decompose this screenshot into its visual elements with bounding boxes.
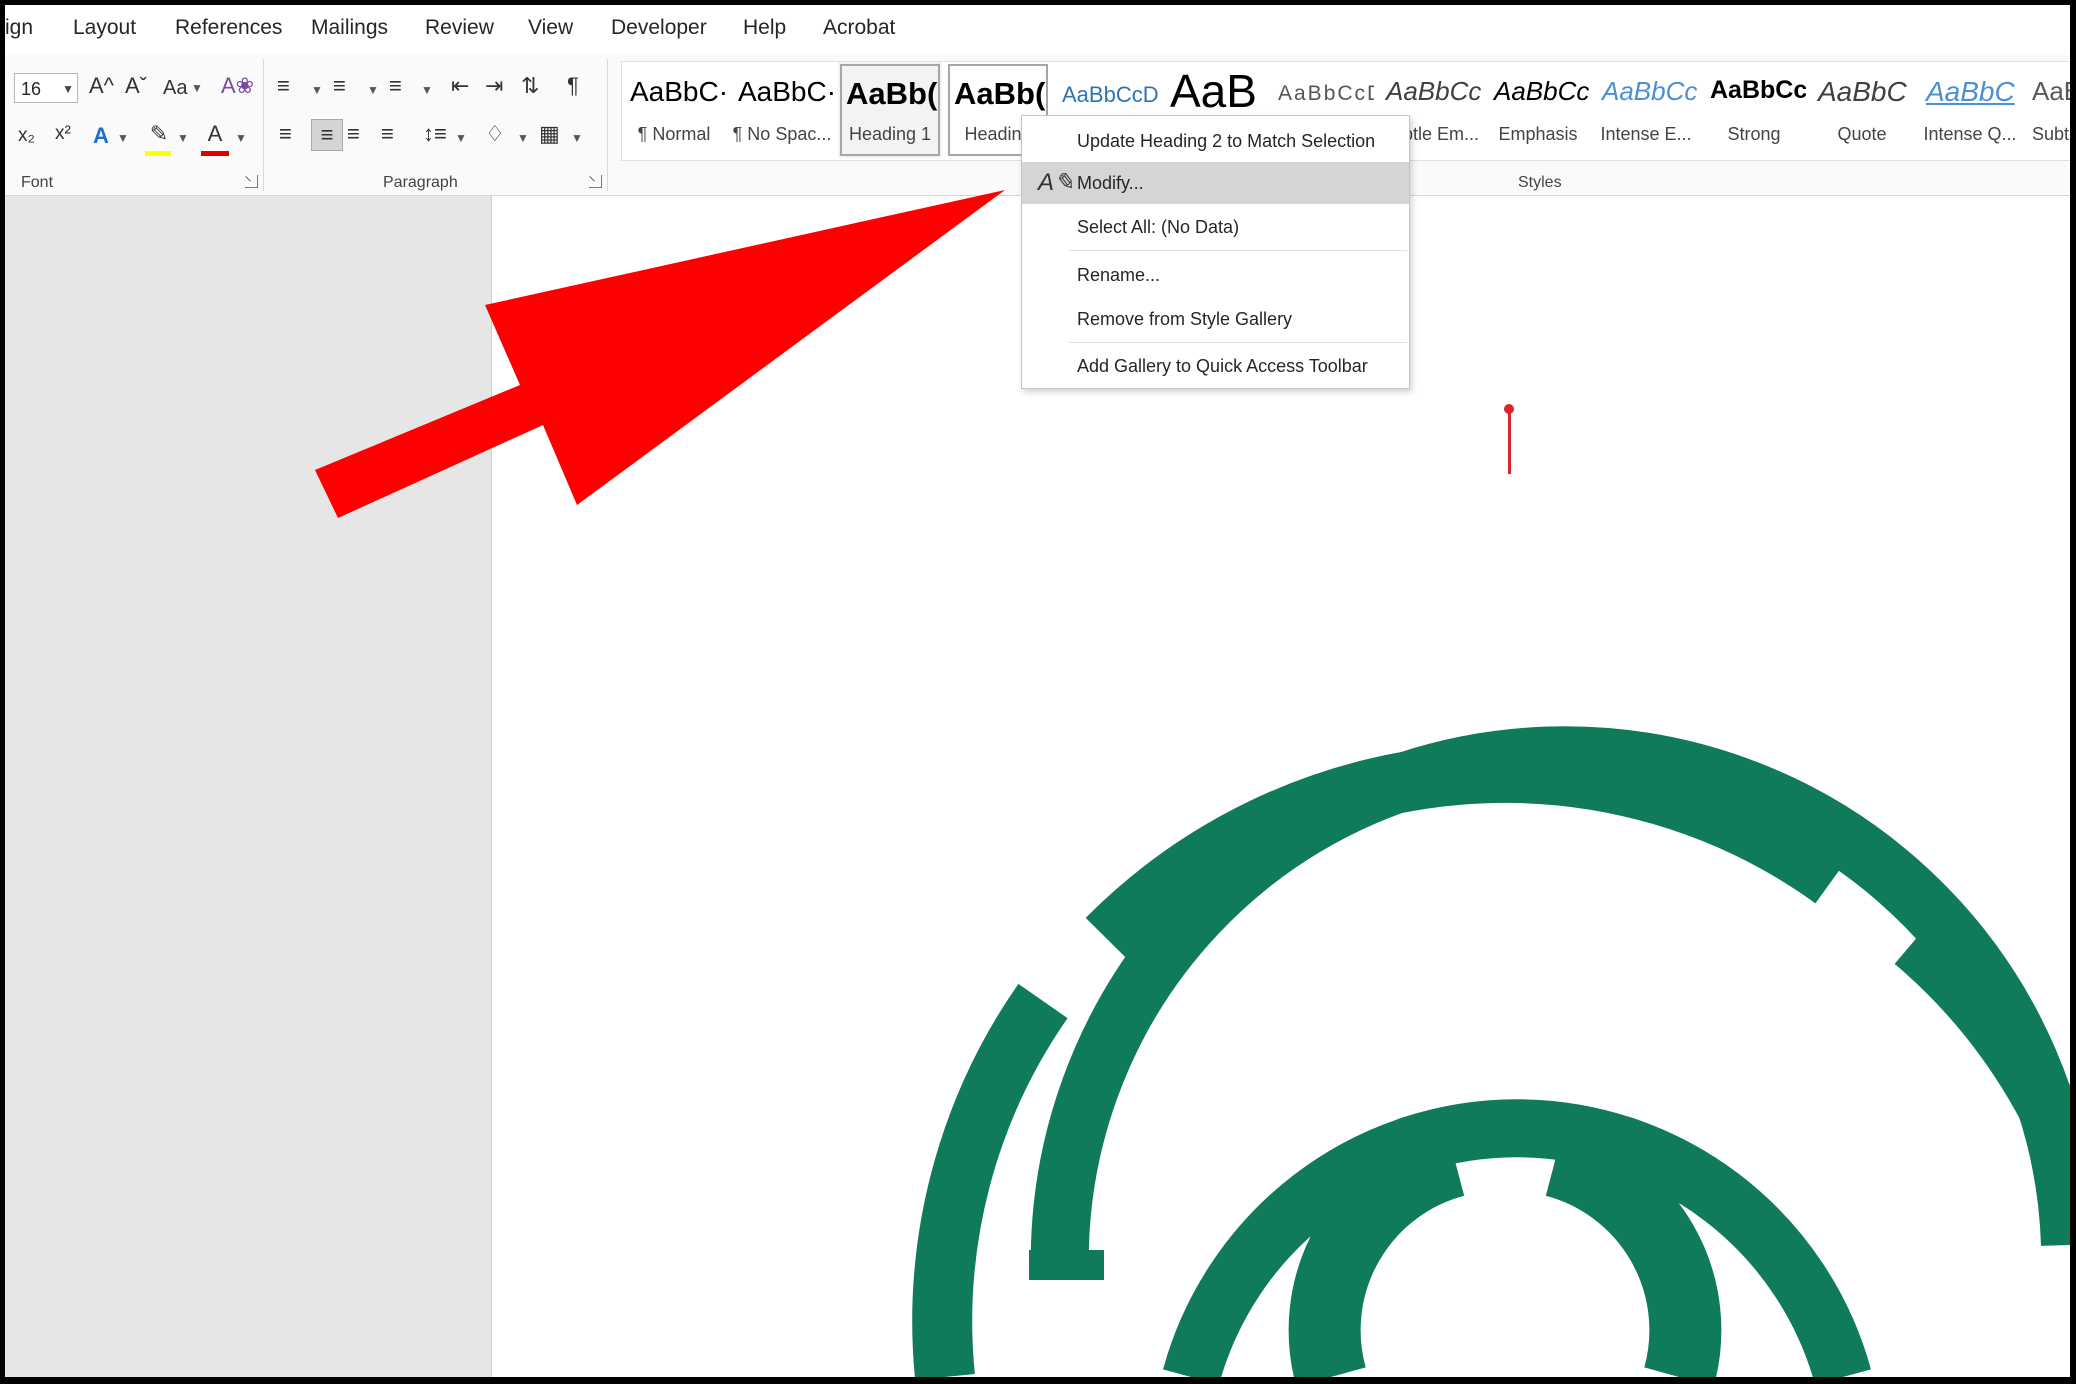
menu-item-label: Remove from Style Gallery [1077,309,1293,329]
menu-item-select-all[interactable]: Select All: (No Data) [1022,207,1409,247]
logo-ring-inner-right [1545,1126,1722,1377]
menu-item-label: Modify... [1077,173,1144,193]
menu-item-label: Rename... [1077,265,1161,285]
text-cursor-marker [1508,408,1511,474]
logo-ring-outer-left [912,983,1068,1377]
logo-notch [1029,1250,1104,1280]
menu-separator [1069,250,1407,251]
menu-item-modify[interactable]: A✎ Modify... [1022,162,1409,204]
menu-item-label: Update Heading 2 to Match Selection [1077,131,1376,151]
modify-style-icon: A✎ [1038,169,1075,196]
menu-item-remove-from-gallery[interactable]: Remove from Style Gallery [1022,299,1409,339]
logo-ring-3 [1163,1099,1871,1377]
menu-item-rename[interactable]: Rename... [1022,255,1409,295]
menu-separator [1069,342,1407,343]
menu-item-label: Add Gallery to Quick Access Toolbar [1077,356,1368,376]
context-menu: Update Heading 2 to Match Selection A✎ M… [1021,115,1410,389]
menu-item-update-heading[interactable]: Update Heading 2 to Match Selection [1022,121,1409,161]
logo-ring-inner-left [1288,1126,1465,1377]
menu-item-label: Select All: (No Data) [1077,217,1240,237]
menu-item-add-gallery-qat[interactable]: Add Gallery to Quick Access Toolbar [1022,346,1409,386]
window: ign Layout References Mailings Review Vi… [5,5,2070,1377]
